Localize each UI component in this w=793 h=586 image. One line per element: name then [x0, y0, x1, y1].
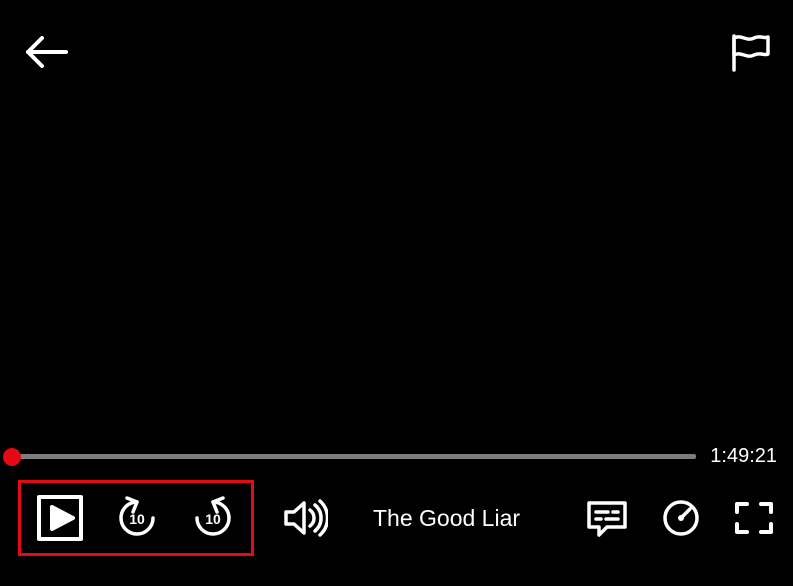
volume-button[interactable] — [282, 497, 328, 539]
progress-row: 1:49:21 — [12, 445, 777, 468]
subtitles-button[interactable] — [585, 499, 629, 537]
subtitles-icon — [585, 499, 629, 537]
back-10-button[interactable]: 10 — [113, 494, 161, 542]
playback-group-highlight: 10 10 — [18, 480, 254, 556]
top-bar — [0, 30, 793, 74]
forward-10-button[interactable]: 10 — [189, 494, 237, 542]
controls-bar: 10 10 — [0, 480, 793, 556]
play-button[interactable] — [35, 493, 85, 543]
flag-icon — [727, 32, 771, 72]
fullscreen-button[interactable] — [733, 500, 775, 536]
progress-track[interactable] — [12, 454, 696, 459]
volume-icon — [282, 497, 328, 539]
play-icon — [35, 493, 85, 543]
svg-text:10: 10 — [205, 511, 221, 527]
video-player: 1:49:21 10 — [0, 0, 793, 586]
fullscreen-icon — [733, 500, 775, 536]
back-button[interactable] — [22, 32, 70, 72]
right-controls — [585, 498, 775, 538]
back-10-icon: 10 — [113, 494, 161, 542]
arrow-left-icon — [22, 32, 70, 72]
forward-10-icon: 10 — [189, 494, 237, 542]
video-title: The Good Liar — [373, 505, 520, 532]
time-remaining: 1:49:21 — [710, 445, 777, 468]
svg-text:10: 10 — [129, 511, 145, 527]
progress-scrubber[interactable] — [3, 448, 21, 466]
speed-icon — [661, 498, 701, 538]
speed-button[interactable] — [661, 498, 701, 538]
flag-button[interactable] — [727, 32, 771, 72]
